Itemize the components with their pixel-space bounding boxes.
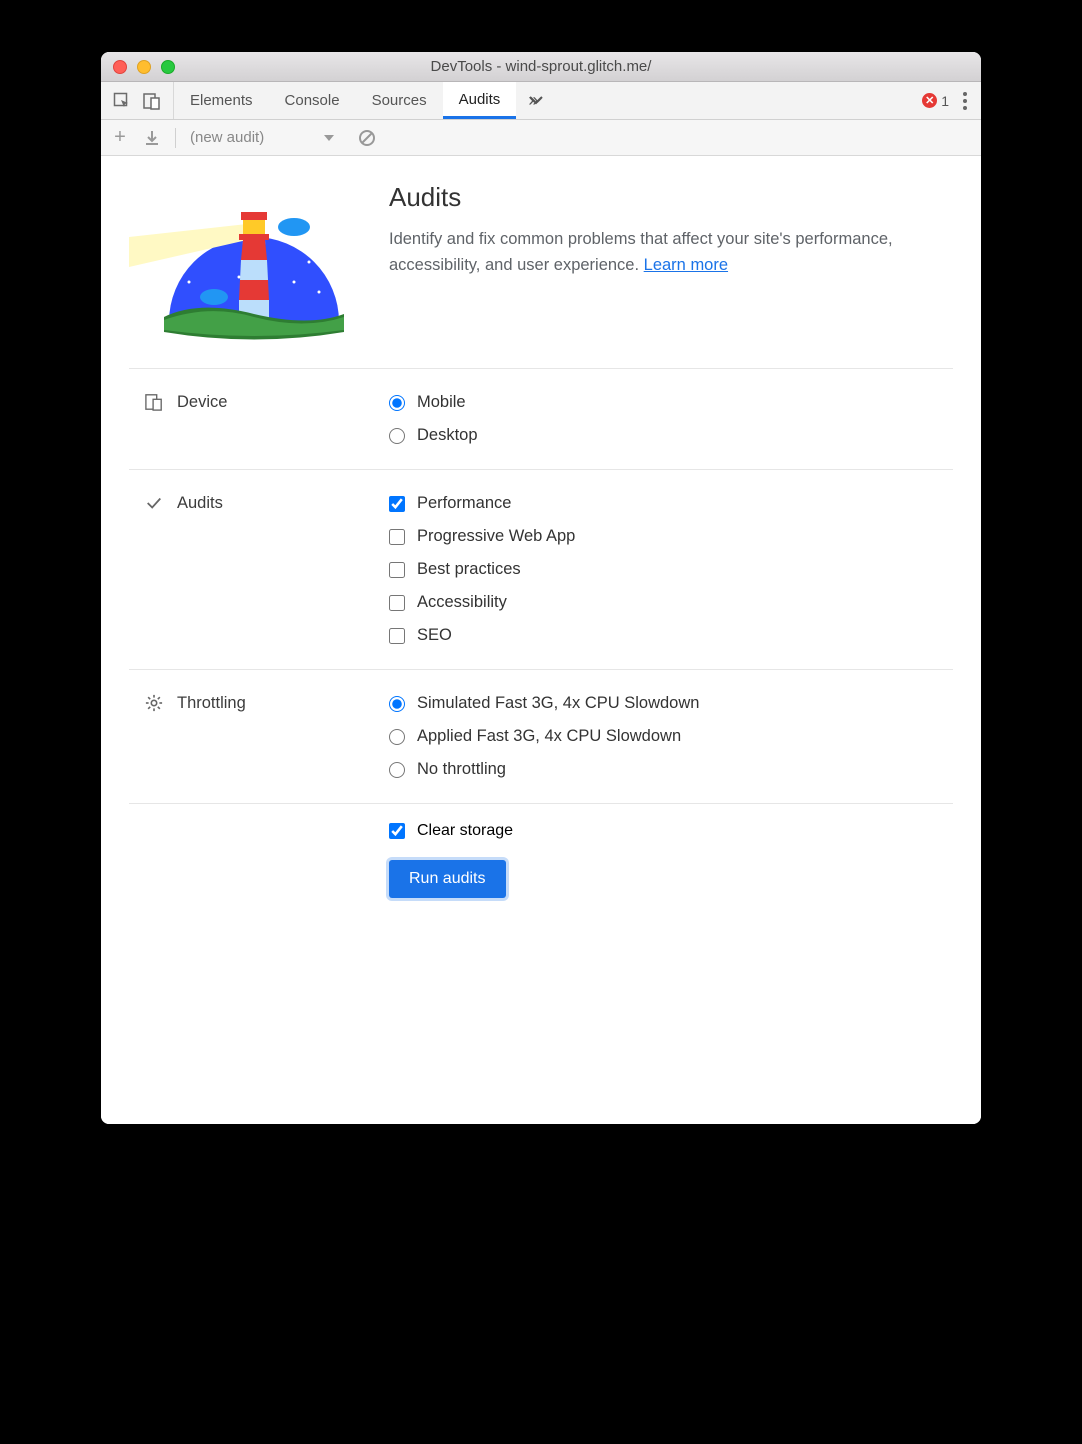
tab-console[interactable]: Console [269,82,356,119]
lighthouse-illustration [119,182,379,342]
audits-header: Audits Identify and fix common problems … [101,156,981,368]
check-icon [145,494,163,512]
audit-selector-dropdown[interactable]: (new audit) [190,129,334,146]
section-throttling: Throttling Simulated Fast 3G, 4x CPU Slo… [101,670,981,803]
audits-label: Audits [177,494,223,513]
throttling-option-simulated[interactable]: Simulated Fast 3G, 4x CPU Slowdown [389,694,953,713]
throttling-option-label: Applied Fast 3G, 4x CPU Slowdown [417,727,681,746]
device-option-label: Mobile [417,393,466,412]
error-icon: ✕ [922,93,937,108]
section-device: Device Mobile Desktop [101,369,981,469]
main-tabstrip: Elements Console Sources Audits » ✕ 1 [101,82,981,120]
learn-more-link[interactable]: Learn more [644,256,728,274]
devtools-window: DevTools - wind-sprout.glitch.me/ Elemen… [101,52,981,1124]
audit-option-label: Performance [417,494,511,513]
clear-storage-option[interactable]: Clear storage [389,822,513,840]
tab-sources[interactable]: Sources [356,82,443,119]
throttling-option-label: Simulated Fast 3G, 4x CPU Slowdown [417,694,699,713]
settings-menu-button[interactable] [963,92,967,110]
throttling-radio-simulated[interactable] [389,696,405,712]
throttling-label: Throttling [177,694,246,713]
device-option-desktop[interactable]: Desktop [389,426,953,445]
minimize-window-button[interactable] [137,60,151,74]
audit-checkbox-accessibility[interactable] [389,595,405,611]
page-title: Audits [389,182,953,213]
audit-checkbox-performance[interactable] [389,496,405,512]
clear-storage-checkbox[interactable] [389,823,405,839]
titlebar: DevTools - wind-sprout.glitch.me/ [101,52,981,82]
page-description: Identify and fix common problems that af… [389,227,953,278]
section-audits: Audits Performance Progressive Web App B… [101,470,981,669]
audit-option-seo[interactable]: SEO [389,626,953,645]
device-option-mobile[interactable]: Mobile [389,393,953,412]
window-title: DevTools - wind-sprout.glitch.me/ [101,58,981,75]
gear-icon [145,694,163,712]
audit-option-label: SEO [417,626,452,645]
inspect-element-icon[interactable] [113,92,131,110]
device-toolbar-icon[interactable] [143,92,161,110]
error-count-badge[interactable]: ✕ 1 [922,93,949,109]
clear-storage-label: Clear storage [417,822,513,840]
close-window-button[interactable] [113,60,127,74]
audit-checkbox-best-practices[interactable] [389,562,405,578]
audits-footer: Clear storage Run audits [101,804,981,938]
audit-option-label: Progressive Web App [417,527,575,546]
throttling-option-label: No throttling [417,760,506,779]
tab-elements[interactable]: Elements [174,82,269,119]
audit-option-label: Accessibility [417,593,507,612]
audit-selector-label: (new audit) [190,129,264,146]
throttling-option-applied[interactable]: Applied Fast 3G, 4x CPU Slowdown [389,727,953,746]
throttling-radio-applied[interactable] [389,729,405,745]
device-radio-desktop[interactable] [389,428,405,444]
audit-option-pwa[interactable]: Progressive Web App [389,527,953,546]
run-audits-button[interactable]: Run audits [389,860,506,898]
audits-pane: Audits Identify and fix common problems … [101,156,981,1124]
chevron-down-icon [324,135,334,141]
device-radio-mobile[interactable] [389,395,405,411]
audit-checkbox-pwa[interactable] [389,529,405,545]
description-text: Identify and fix common problems that af… [389,230,893,274]
device-option-label: Desktop [417,426,478,445]
throttling-radio-none[interactable] [389,762,405,778]
audit-option-performance[interactable]: Performance [389,494,953,513]
download-icon[interactable] [143,129,161,147]
audit-option-label: Best practices [417,560,521,579]
audit-option-best-practices[interactable]: Best practices [389,560,953,579]
device-icon [145,393,163,411]
traffic-lights [101,60,175,74]
device-label: Device [177,393,227,412]
error-count: 1 [941,93,949,109]
audits-toolbar: + (new audit) [101,120,981,156]
more-tabs-button[interactable]: » [516,82,550,119]
clear-icon[interactable] [358,129,376,147]
throttling-option-none[interactable]: No throttling [389,760,953,779]
zoom-window-button[interactable] [161,60,175,74]
audit-option-accessibility[interactable]: Accessibility [389,593,953,612]
audit-checkbox-seo[interactable] [389,628,405,644]
tab-audits[interactable]: Audits [443,82,517,119]
new-audit-icon[interactable]: + [111,129,129,147]
